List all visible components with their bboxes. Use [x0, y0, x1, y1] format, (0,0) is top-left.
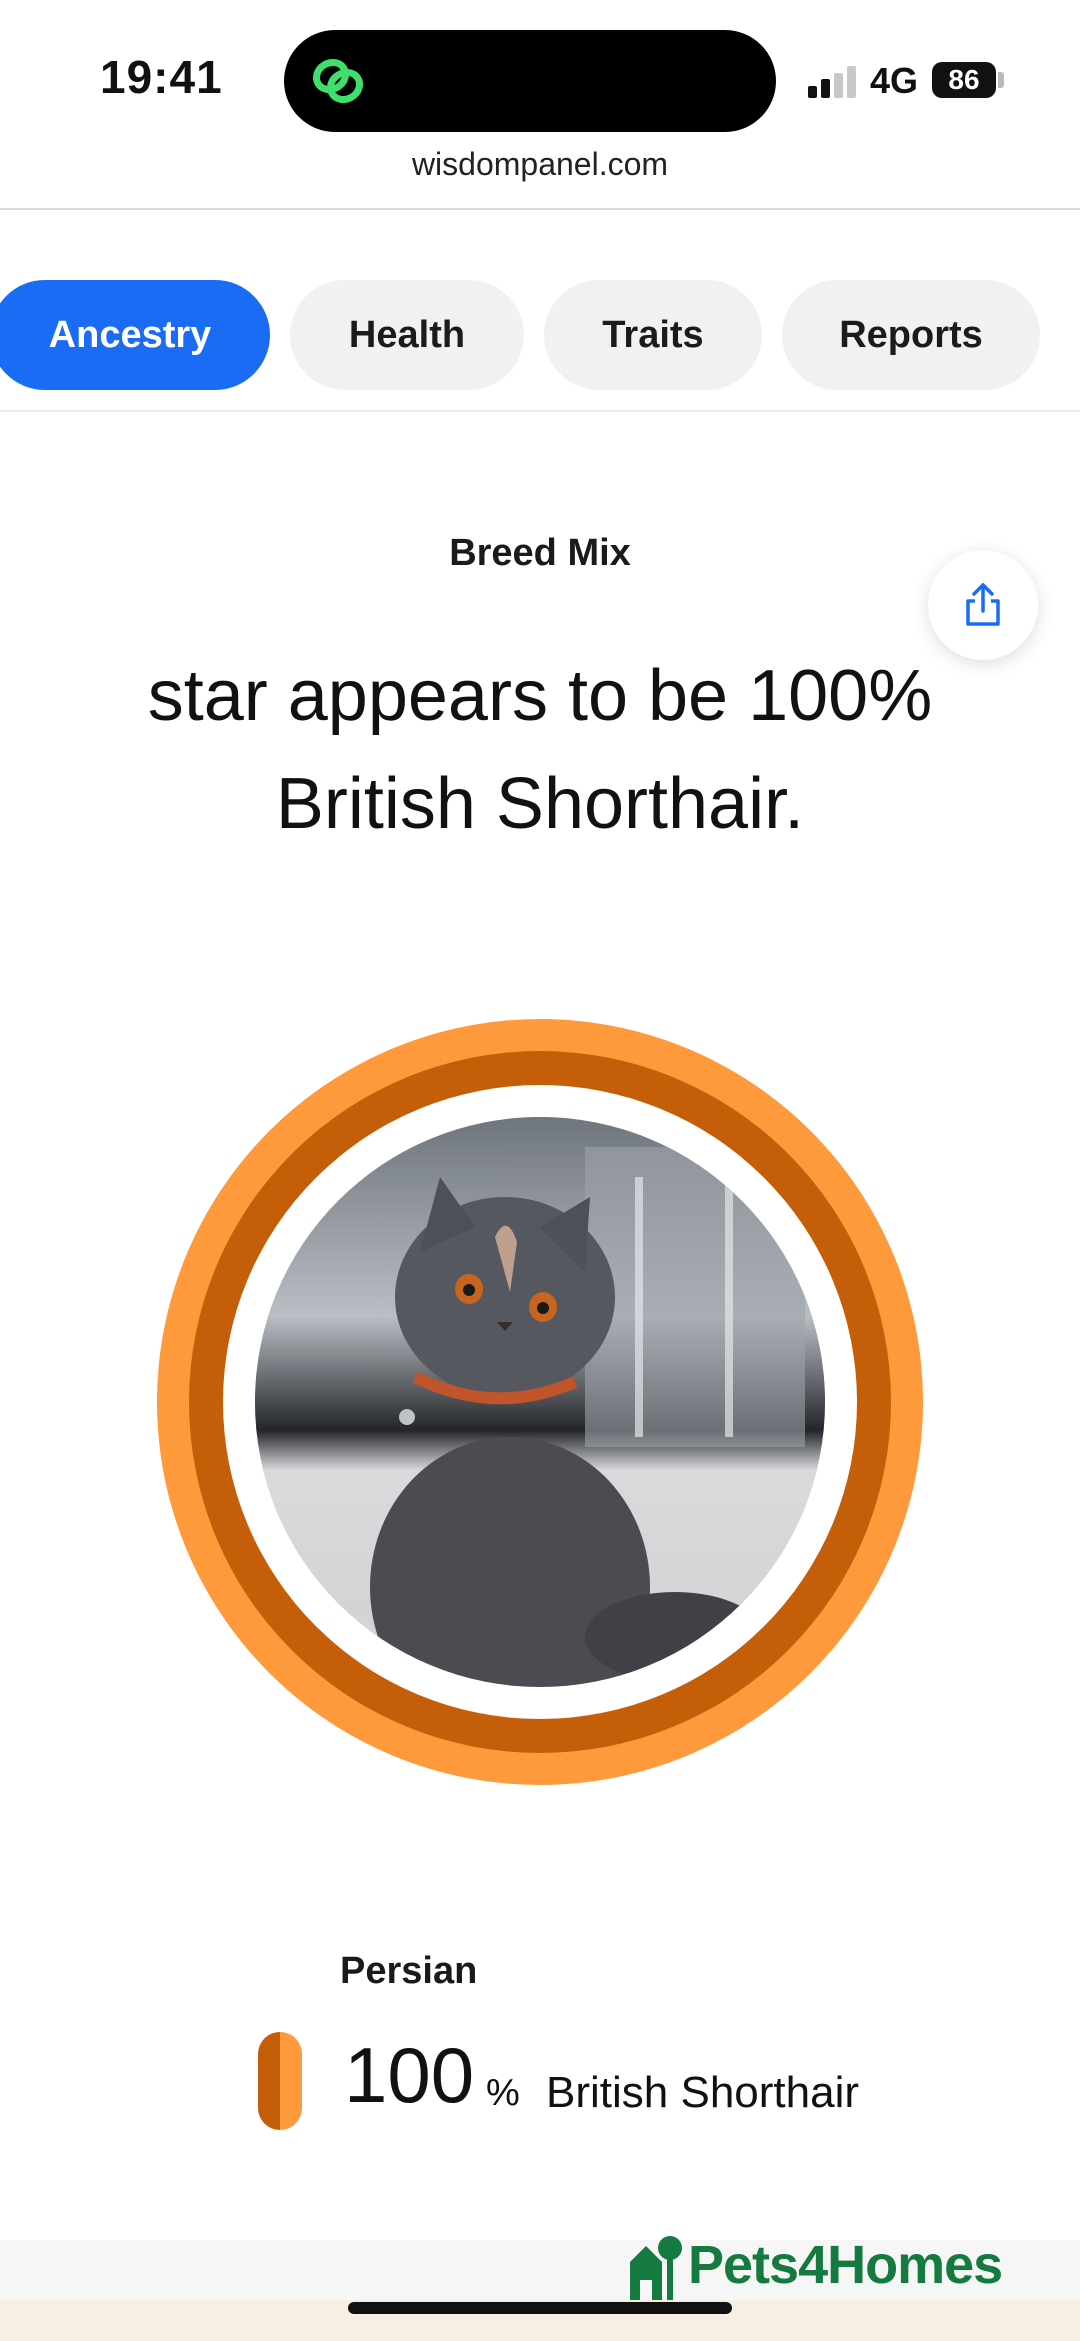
section-label: Breed Mix [449, 532, 631, 574]
battery-level: 86 [948, 64, 980, 95]
brand-name: Pets4Homes [688, 2235, 1003, 2295]
status-bar: 19:41 4G 86 [0, 0, 1080, 150]
divider [0, 208, 1080, 210]
share-icon [966, 583, 1000, 626]
house-tree-logo-icon [630, 2236, 682, 2300]
divider [0, 410, 1080, 412]
breed-percent-value: 100 [344, 2031, 475, 2119]
breed-color-swatch [258, 2032, 302, 2130]
network-type: 4G [870, 60, 919, 101]
tab-traits[interactable]: Traits [544, 280, 762, 390]
pet-photo [255, 1117, 825, 1687]
home-indicator[interactable] [348, 2302, 732, 2314]
breed-group-heading: Persian [340, 1950, 478, 1992]
breed-percent-unit: % [486, 2072, 520, 2114]
url-bar[interactable]: wisdompanel.com [0, 146, 1080, 183]
tab-reports[interactable]: Reports [782, 280, 1040, 390]
battery-icon: 86 [932, 62, 996, 98]
dynamic-island [284, 30, 776, 132]
status-time: 19:41 [100, 51, 223, 103]
link-chain-icon [312, 58, 364, 104]
tab-health[interactable]: Health [290, 280, 524, 390]
tab-ancestry[interactable]: Ancestry [0, 280, 270, 390]
breed-name[interactable]: British Shorthair [546, 2068, 859, 2118]
battery-cap [998, 72, 1004, 88]
breed-headline: star appears to be 100% British Shorthai… [147, 656, 933, 844]
tab-bar: Ancestry Health Traits Reports [0, 280, 1080, 392]
ancestry-ring-chart [157, 1019, 923, 1785]
signal-strength-icon [808, 66, 862, 98]
brand-logo: Pets4Homes [626, 2228, 1003, 2302]
